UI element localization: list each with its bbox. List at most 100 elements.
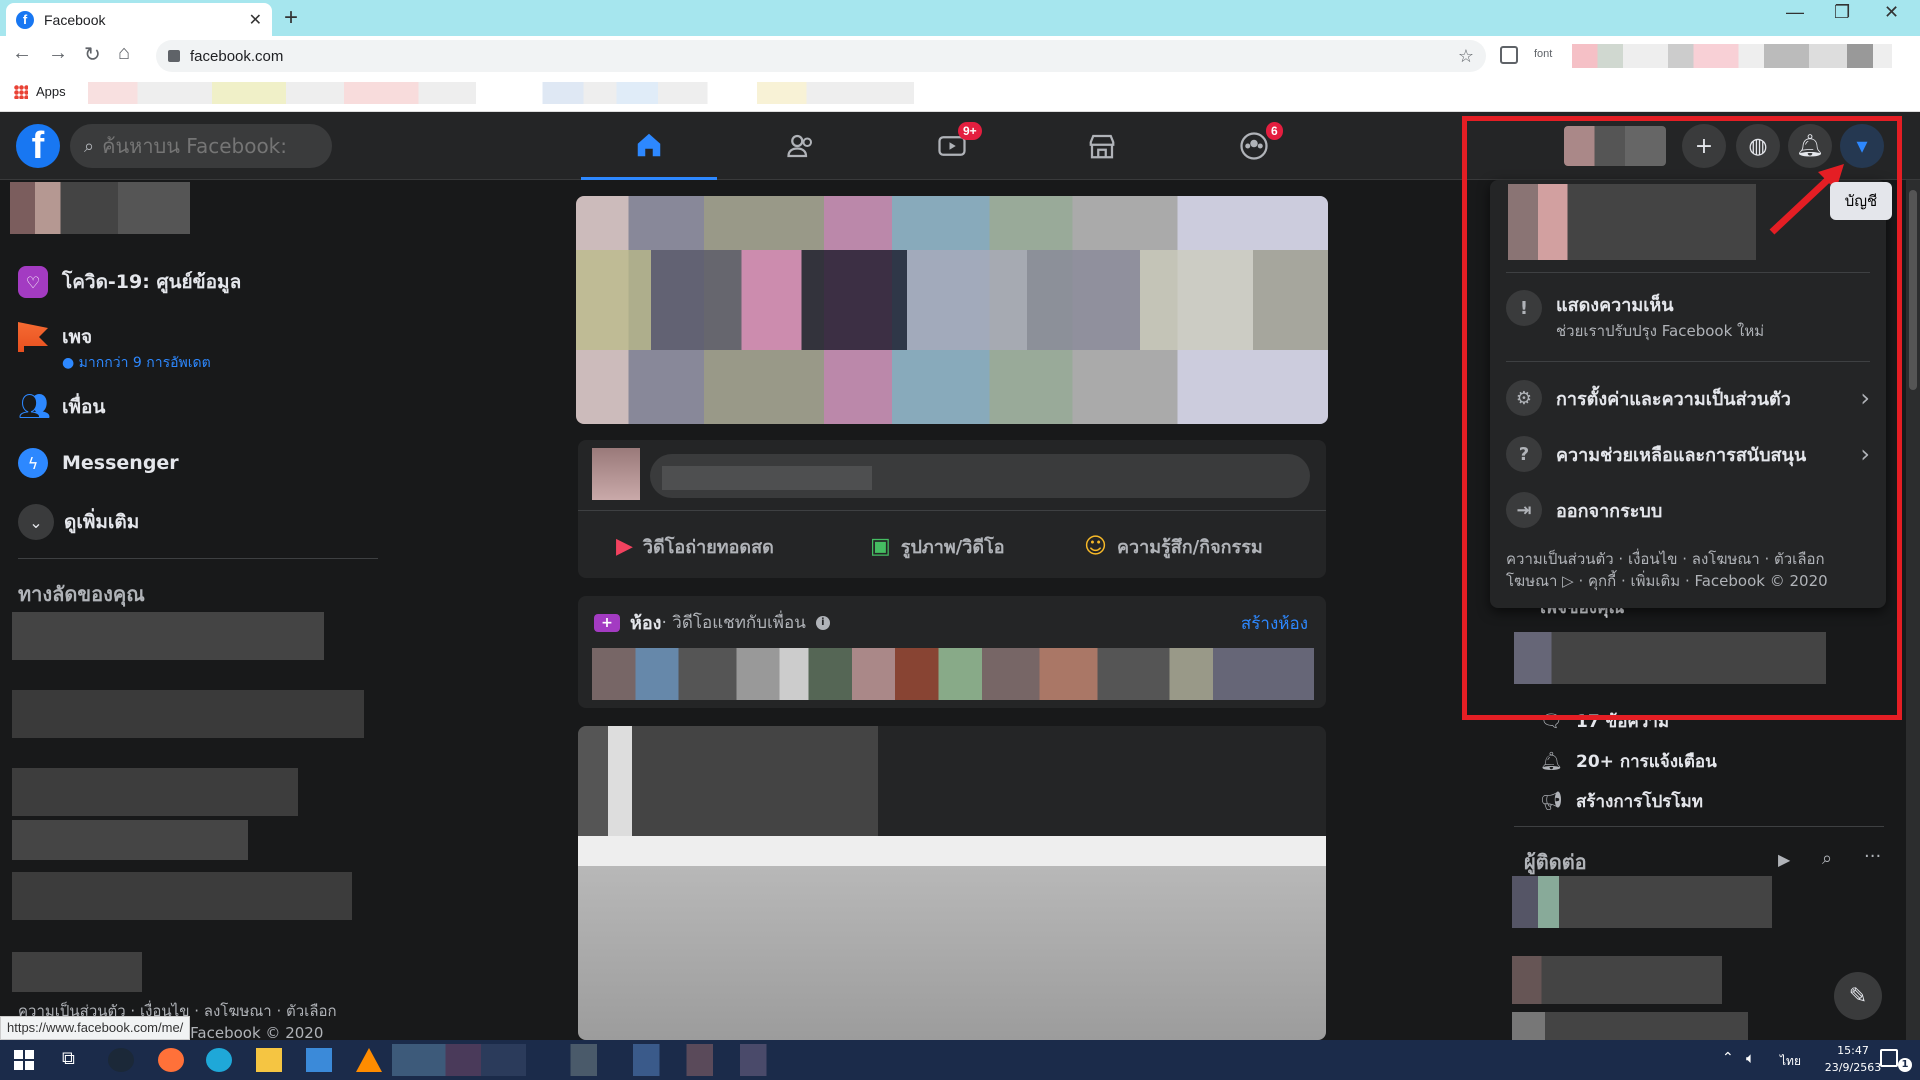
maximize-button[interactable]: ❐ (1834, 2, 1850, 23)
info-icon[interactable]: i (815, 615, 830, 630)
windows-start-icon[interactable] (14, 1050, 34, 1070)
feeling-button[interactable]: ☺ ความรู้สึก/กิจกรรม (1084, 532, 1263, 561)
tab-friends[interactable] (733, 112, 869, 180)
rooms-friends-blurred[interactable] (592, 648, 1314, 700)
friends-icon: 👥︎ (18, 392, 52, 422)
new-message-button[interactable]: ✎ (1834, 972, 1882, 1020)
create-room-link[interactable]: สร้างห้อง (1241, 610, 1308, 637)
more-options-icon[interactable]: ··· (1864, 846, 1881, 867)
nav-messenger-label: Messenger (62, 452, 179, 474)
minimize-button[interactable]: — (1786, 2, 1804, 23)
tab-groups[interactable]: 6 (1186, 112, 1322, 180)
live-video-button[interactable]: ▶ วิดีโอถ่ายทอดสด (616, 532, 774, 561)
profile-row-blurred[interactable] (10, 182, 190, 234)
status-url: https://www.facebook.com/me/ (0, 1016, 191, 1040)
search-box[interactable]: ⌕ (70, 124, 332, 168)
language-indicator[interactable]: ไทย (1780, 1052, 1801, 1071)
tab-watch[interactable]: 9+ (884, 112, 1020, 180)
account-tooltip: บัญชี (1830, 182, 1892, 220)
file-explorer-icon[interactable] (256, 1048, 282, 1072)
search-icon: ⌕ (84, 135, 95, 157)
tray-chevron-icon[interactable]: ⌃ (1722, 1050, 1734, 1066)
nav-friends[interactable]: 👥︎ เพื่อน (18, 392, 105, 422)
home-icon[interactable]: ⌂ (118, 42, 130, 65)
covid-shield-icon: ♡ (18, 266, 48, 298)
browser-toolbar: ← → ↻ ⌂ facebook.com ☆ font (0, 36, 1920, 76)
new-tab-button[interactable]: + (284, 4, 298, 32)
groups-badge: 6 (1266, 122, 1283, 140)
pages-sub-label: มากกว่า 9 การอัพเดต (78, 355, 211, 371)
tab-marketplace[interactable] (1034, 112, 1170, 180)
create-promotion[interactable]: 📢︎ สร้างการโปรโมท (1540, 788, 1703, 815)
search-input[interactable] (102, 134, 303, 158)
clock-date: 23/9/2563 (1824, 1061, 1882, 1074)
action-center-icon[interactable] (1880, 1049, 1898, 1067)
edge-icon[interactable] (206, 1048, 232, 1072)
nav-pages-label: เพจ (62, 326, 93, 348)
back-icon[interactable]: ← (12, 42, 32, 65)
flag-icon (18, 322, 48, 352)
divider (1514, 826, 1884, 827)
nav-messenger[interactable]: ϟ Messenger (18, 448, 179, 478)
rooms-title: ห้อง (630, 613, 662, 634)
friends-icon (787, 134, 812, 158)
composer-input[interactable] (650, 454, 1310, 498)
nav-covid[interactable]: ♡ โควิด-19: ศูนย์ข้อมูล (18, 266, 241, 298)
apps-label: Apps (36, 84, 66, 99)
bookmarks-bar: Apps (0, 76, 1920, 112)
nav-see-more-label: ดูเพิ่มเติม (64, 511, 140, 533)
avatar (592, 448, 640, 500)
windows-taskbar: ⧉ ⌃ 🔈︎ ไทย 15:47 23/9/2563 1 (0, 1040, 1920, 1080)
close-tab-icon[interactable]: ✕ (249, 10, 262, 30)
clock[interactable]: 15:47 23/9/2563 (1818, 1042, 1888, 1076)
live-video-icon: ▶ (616, 534, 633, 559)
close-window-button[interactable]: ✕ (1884, 2, 1899, 23)
watch-badge: 9+ (958, 122, 982, 140)
notification-count-badge: 1 (1898, 1058, 1912, 1072)
page-notifications[interactable]: 🔔︎ 20+ การแจ้งเตือน (1540, 748, 1717, 775)
new-room-icon[interactable]: ▶ (1778, 850, 1790, 869)
volume-icon[interactable]: 🔈︎ (1746, 1049, 1755, 1067)
groups-icon (1240, 132, 1268, 160)
photo-icon: ▣ (870, 534, 891, 559)
font-extension[interactable]: font (1534, 48, 1552, 60)
nav-see-more[interactable]: ⌄ ดูเพิ่มเติม (18, 504, 139, 540)
post-header-blurred (578, 726, 878, 836)
bookmark-star-icon[interactable]: ☆ (1458, 46, 1474, 67)
post-image-blurred[interactable] (578, 866, 1326, 1040)
taskbar-apps-blurred[interactable] (392, 1044, 838, 1076)
shortcuts-list-blurred[interactable] (12, 612, 364, 992)
firefox-icon[interactable] (158, 1048, 184, 1072)
pages-update-count: ● มากกว่า 9 การอัพเดต (62, 355, 211, 371)
task-view-icon[interactable]: ⧉ (62, 1048, 75, 1069)
facebook-favicon-icon: f (16, 10, 34, 29)
stories-row2-blurred (576, 250, 1328, 350)
nav-pages[interactable]: เพจ ● มากกว่า 9 การอัพเดต (18, 322, 211, 374)
steam-icon[interactable] (108, 1048, 134, 1072)
live-video-label: วิดีโอถ่ายทอดสด (642, 537, 774, 558)
apps-shortcut[interactable]: Apps (14, 84, 66, 99)
divider (18, 558, 378, 559)
compose-icon: ✎ (1848, 983, 1868, 1009)
search-contacts-icon[interactable]: ⌕ (1822, 848, 1832, 869)
post-image-top-blurred (578, 836, 1326, 866)
photo-video-label: รูปภาพ/วิดีโอ (900, 537, 1005, 558)
bell-icon: 🔔︎ (1540, 751, 1563, 772)
photo-video-button[interactable]: ▣ รูปภาพ/วิดีโอ (870, 532, 1005, 561)
extension-icon[interactable] (1500, 46, 1518, 64)
facebook-logo-icon[interactable]: f (16, 124, 60, 168)
contacts-list-blurred[interactable] (1512, 876, 1772, 1040)
mail-icon[interactable] (306, 1048, 332, 1072)
scrollbar-thumb[interactable] (1909, 190, 1917, 390)
reload-icon[interactable]: ↻ (84, 42, 101, 67)
tab-home[interactable] (581, 112, 717, 180)
vlc-icon[interactable] (356, 1048, 382, 1072)
clock-time: 15:47 (1837, 1044, 1869, 1057)
forward-icon[interactable]: → (48, 42, 68, 65)
scrollbar[interactable] (1906, 180, 1920, 1040)
chevron-down-icon: ⌄ (18, 504, 54, 540)
browser-tab[interactable]: f Facebook ✕ (6, 3, 272, 36)
rooms-subtitle: · วิดีโอแชทกับเพื่อน (661, 613, 806, 633)
smiley-icon: ☺ (1084, 534, 1107, 559)
address-bar[interactable]: facebook.com ☆ (156, 40, 1486, 72)
